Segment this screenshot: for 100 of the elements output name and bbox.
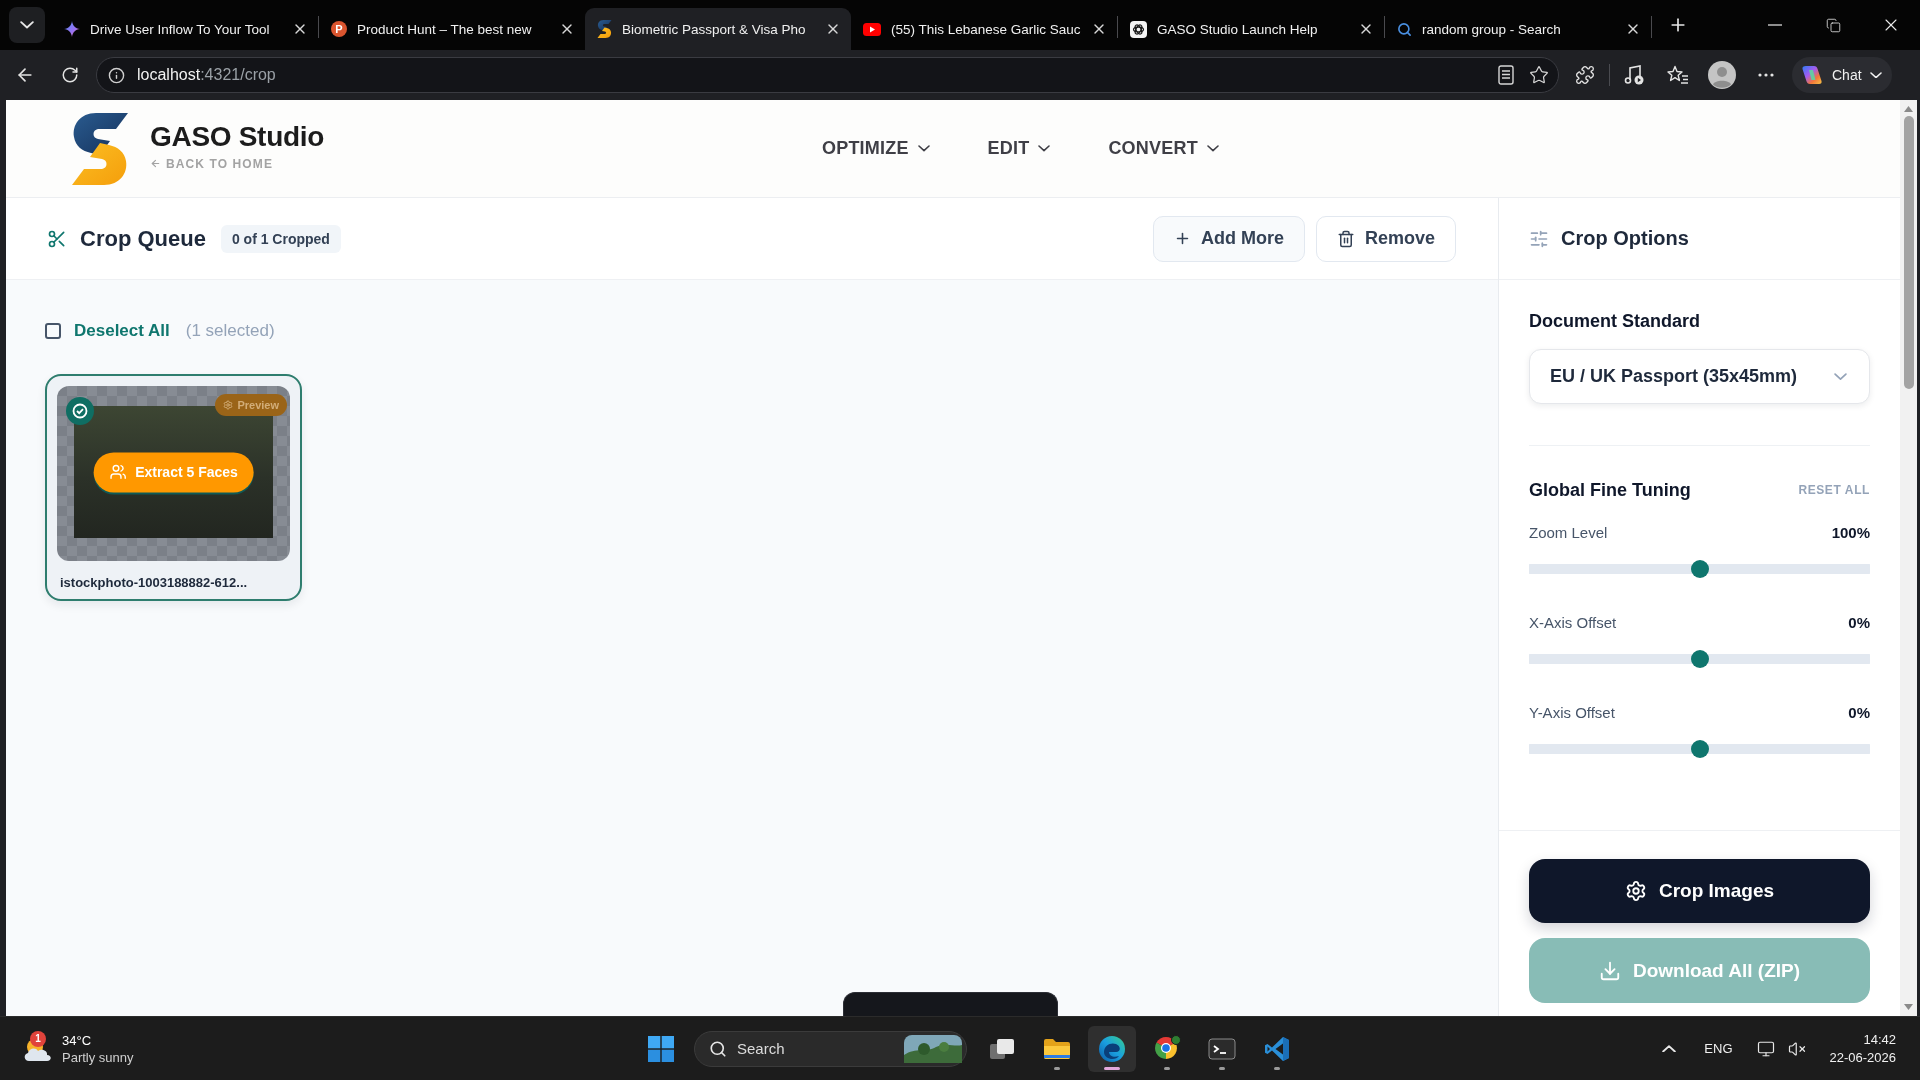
remove-button[interactable]: Remove [1315,215,1456,262]
document-standard-select[interactable]: EU / UK Passport (35x45mm) [1529,349,1870,404]
slider-thumb[interactable] [1690,560,1709,578]
slider-label: Zoom Level [1529,523,1608,541]
chevron-down-icon [1834,372,1847,381]
star-icon[interactable] [1529,65,1549,85]
more-icon [1758,73,1774,77]
taskbar-search-button[interactable]: Search [694,1030,967,1067]
weather-condition: Partly sunny [62,1049,134,1065]
file-name: istockphoto-1003188882-612... [59,575,249,591]
arrow-left-icon [150,158,161,169]
knot-icon [1130,20,1147,38]
section-title: Global Fine Tuning [1529,479,1691,501]
slider-thumb[interactable] [1690,650,1709,668]
temperature: 34°C [62,1032,93,1048]
video-play-icon [863,22,881,36]
browser-tab[interactable]: (55) This Lebanese Garlic Sauc [851,8,1117,50]
gear-icon [223,400,234,410]
crop-images-button[interactable]: Crop Images [1529,859,1870,923]
options-title: Crop Options [1561,227,1689,250]
tab-title: (55) This Lebanese Garlic Sauc [891,21,1081,37]
scroll-down-arrow-icon[interactable] [1904,1004,1913,1010]
music-note-icon [1623,64,1645,86]
address-bar[interactable]: localhost:4321/crop [96,57,1559,93]
queue-title: Crop Queue [80,225,206,252]
chevron-down-icon [1206,145,1219,152]
browser-tab[interactable]: P Product Hunt – The best new [319,8,585,50]
tab-title: GASO Studio Launch Help [1157,21,1318,37]
chat-label: Chat [1832,67,1862,83]
monitor-icon[interactable] [1756,1039,1775,1058]
letter-favicon: P [331,21,347,37]
people-icon [109,463,127,481]
field-label: Document Standard [1529,310,1702,332]
tab-list-button[interactable] [9,7,45,43]
restore-icon [1825,17,1841,33]
search-icon [709,1039,727,1058]
minimize-icon [1768,24,1782,26]
clock-time[interactable]: 14:42 [1863,1032,1896,1047]
scroll-up-arrow-icon[interactable] [1904,106,1913,112]
slider-value: 0% [1848,613,1870,631]
download-icon [1598,959,1621,982]
slider-value: 0% [1848,703,1870,721]
chevron-down-icon [1038,145,1051,152]
brand-name: GASO Studio [150,120,325,153]
chevron-up-icon[interactable] [1662,1044,1677,1053]
terminal-icon [1208,1036,1236,1061]
volume-muted-icon[interactable] [1787,1039,1806,1058]
trash-icon [1336,229,1355,248]
chevron-down-icon [917,145,930,152]
reload-icon [61,66,79,84]
scrollbar[interactable] [1900,100,1917,1016]
slider-label: Y-Axis Offset [1529,703,1615,721]
ribbon-logo-icon [1264,1035,1290,1062]
slider-label: X-Axis Offset [1529,613,1617,631]
tab-title: Product Hunt – The best new [357,21,532,37]
reader-icon[interactable] [1498,65,1514,85]
chevron-down-icon [20,21,34,29]
nav-menu-button[interactable]: OPTIMIZE [822,134,930,163]
slider-thumb[interactable] [1690,740,1709,758]
deselect-all-button[interactable]: Deselect All [74,321,170,341]
wave-logo-icon [1098,1034,1126,1063]
browser-tab[interactable]: Biometric Passport & Visa Pho [585,8,851,50]
selected-count: (1 selected) [185,321,275,341]
s-logo-icon [70,112,130,185]
folder-icon [1043,1036,1071,1061]
tab-title: random group - Search [1422,21,1561,37]
notification-badge: 1 [30,1030,46,1047]
browser-tab[interactable]: Drive User Inflow To Your Tool [52,8,318,50]
window-grid-icon [648,1035,674,1062]
landscape-icon [904,1034,962,1063]
clock-date[interactable]: 22-06-2026 [1829,1050,1896,1065]
sliders-icon [1529,228,1549,249]
tab-title: Drive User Inflow To Your Tool [90,21,270,37]
slider-value: 100% [1831,523,1870,541]
scissors-icon [47,228,67,249]
add-more-button[interactable]: Add More [1152,215,1305,262]
sparkle-icon [64,21,80,37]
scrollbar-thumb[interactable] [1903,116,1914,389]
star-list-icon [1667,65,1689,85]
check-badge-icon [66,397,94,425]
tab-title: Biometric Passport & Visa Pho [622,21,806,37]
chat-button[interactable]: Chat [1792,57,1892,93]
gradient-logo-icon [1800,63,1824,87]
chevron-down-icon [1869,71,1882,79]
cropped-count-badge: 0 of 1 Cropped [220,224,341,253]
browser-tab[interactable]: random group - Search [1385,8,1651,50]
search-icon [1397,21,1412,37]
taskbar-app-button[interactable] [1088,1025,1136,1072]
url-text: localhost:4321/crop [137,66,276,84]
overlapping-windows-icon [989,1036,1015,1061]
avatar-icon [1708,61,1736,89]
puzzle-icon [1575,65,1595,85]
input-language[interactable]: ENG [1704,1041,1733,1056]
nav-menu-button[interactable]: CONVERT [1108,134,1219,163]
browser-tab[interactable]: GASO Studio Launch Help [1118,8,1384,50]
select-all-checkbox[interactable] [45,323,61,339]
info-icon[interactable] [108,66,125,84]
nav-menu-button[interactable]: EDIT [987,134,1051,163]
gear-icon [1624,880,1647,902]
s-logo-icon [597,20,612,38]
